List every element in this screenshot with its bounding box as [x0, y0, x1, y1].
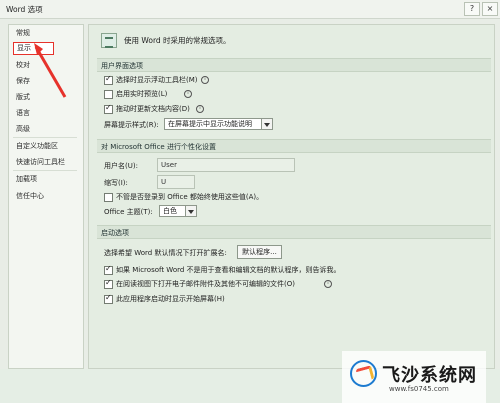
default-extensions-label: 选择希望 Word 默认情况下打开扩展名: — [104, 249, 227, 257]
open-attachments-label: 在阅读视图下打开电子邮件附件及其他不可编辑的文件(O) — [116, 280, 295, 288]
section-ui-options: 用户界面选项 — [97, 58, 491, 72]
help-button[interactable]: ? — [464, 2, 480, 16]
chevron-down-icon — [261, 119, 272, 129]
word-options-window: Word 选项 ? × 常规 显示 校对 保存 版式 语言 高级 自定义功能区 … — [0, 0, 500, 403]
live-preview-checkbox[interactable] — [104, 90, 113, 99]
sidebar-separator — [13, 170, 77, 171]
always-use-values-label: 不管是否登录到 Office 都始终使用这些值(A)。 — [116, 193, 264, 201]
sidebar-item-advanced[interactable]: 高级 — [16, 124, 30, 134]
tell-me-default-label: 如果 Microsoft Word 不是用于查看和编辑文档的默认程序，则告诉我。 — [116, 266, 341, 274]
sidebar-separator — [13, 137, 77, 138]
close-button[interactable]: × — [482, 2, 498, 16]
username-field[interactable]: User — [157, 158, 295, 172]
info-icon: i — [201, 76, 209, 84]
section-startup: 启动选项 — [97, 225, 491, 239]
info-icon: i — [324, 280, 332, 288]
screen-tip-select[interactable]: 在屏幕提示中显示功能说明 — [164, 118, 273, 130]
options-content: 使用 Word 时采用的常规选项。 用户界面选项 选择时显示浮动工具栏(M) i… — [88, 24, 495, 369]
site-logo-icon — [350, 360, 377, 387]
office-theme-value: 白色 — [163, 207, 177, 215]
general-options-icon — [101, 33, 117, 48]
section-title: 对 Microsoft Office 进行个性化设置 — [101, 143, 216, 151]
sidebar-item-quick-access[interactable]: 快速访问工具栏 — [16, 157, 65, 167]
initials-field[interactable]: U — [157, 175, 195, 189]
screen-tip-value: 在屏幕提示中显示功能说明 — [168, 120, 252, 128]
title-bar: Word 选项 ? × — [0, 0, 500, 19]
mini-toolbar-checkbox[interactable] — [104, 74, 113, 85]
info-icon: i — [196, 105, 204, 113]
sidebar-item-display[interactable]: 显示 — [13, 42, 54, 55]
office-theme-label: Office 主题(T): — [104, 208, 153, 216]
sidebar-item-general[interactable]: 常规 — [16, 28, 30, 38]
always-use-values-checkbox[interactable] — [104, 193, 113, 202]
initials-label: 缩写(I): — [104, 179, 128, 187]
watermark-url: www.fs0745.com — [389, 385, 449, 393]
section-title: 启动选项 — [101, 229, 129, 237]
sidebar-item-save[interactable]: 保存 — [16, 76, 30, 86]
window-title: Word 选项 — [6, 5, 43, 14]
content-header: 使用 Word 时采用的常规选项。 — [124, 36, 231, 45]
chevron-down-icon — [185, 206, 196, 216]
sidebar-item-addins[interactable]: 加载项 — [16, 174, 37, 184]
update-while-dragging-label: 拖动时更新文档内容(D) — [116, 105, 190, 113]
show-start-screen-checkbox[interactable] — [104, 293, 113, 304]
watermark-name: 飞沙系统网 — [382, 365, 477, 386]
username-label: 用户名(U): — [104, 162, 138, 170]
mini-toolbar-label: 选择时显示浮动工具栏(M) — [116, 76, 198, 84]
show-start-screen-label: 此应用程序启动时显示开始屏幕(H) — [116, 295, 225, 303]
live-preview-label: 启用实时预览(L) — [116, 90, 168, 98]
options-sidebar: 常规 显示 校对 保存 版式 语言 高级 自定义功能区 快速访问工具栏 加载项 … — [8, 24, 84, 369]
screen-tip-label: 屏幕提示样式(R): — [104, 121, 159, 129]
sidebar-item-language[interactable]: 语言 — [16, 108, 30, 118]
sidebar-item-customize-ribbon[interactable]: 自定义功能区 — [16, 141, 58, 151]
sidebar-item-proofing[interactable]: 校对 — [16, 60, 30, 70]
office-theme-select[interactable]: 白色 — [159, 205, 197, 217]
section-personalize: 对 Microsoft Office 进行个性化设置 — [97, 139, 491, 153]
site-watermark: 飞沙系统网 www.fs0745.com — [342, 351, 486, 403]
info-icon: i — [184, 90, 192, 98]
tell-me-default-checkbox[interactable] — [104, 264, 113, 275]
sidebar-item-trust-center[interactable]: 信任中心 — [16, 191, 44, 201]
open-attachments-checkbox[interactable] — [104, 278, 113, 289]
sidebar-item-layout[interactable]: 版式 — [16, 92, 30, 102]
section-title: 用户界面选项 — [101, 62, 143, 70]
update-while-dragging-checkbox[interactable] — [104, 103, 113, 114]
default-programs-button[interactable]: 默认程序... — [237, 245, 282, 259]
